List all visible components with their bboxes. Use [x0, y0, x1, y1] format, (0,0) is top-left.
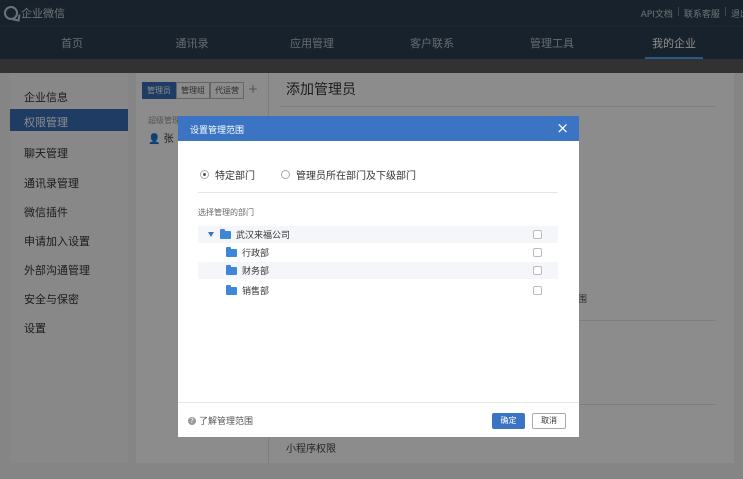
close-icon[interactable]: ×: [556, 119, 569, 137]
radio-admin-departments[interactable]: [281, 170, 290, 179]
folder-icon: [226, 264, 237, 275]
tree-item-label: 销售部: [242, 287, 270, 297]
scope-options: 特定部门 管理员所在部门及下级部门: [200, 167, 442, 182]
checkbox[interactable]: [533, 266, 542, 275]
scope-dialog: 设置管理范围 × 特定部门 管理员所在部门及下级部门 选择管理的部门 武汉来福公…: [178, 116, 579, 437]
tree-item-label: 武汉来福公司: [236, 231, 291, 241]
checkbox[interactable]: [533, 286, 542, 295]
folder-icon: [226, 246, 237, 257]
help-text: 了解管理范围: [199, 417, 254, 427]
dialog-divider: [198, 192, 558, 193]
folder-icon: [226, 284, 237, 295]
tree-item-company[interactable]: 武汉来福公司: [198, 226, 558, 243]
radio-label-specific[interactable]: 特定部门: [215, 167, 255, 182]
dialog-footer-divider: [178, 402, 579, 403]
tree-item-label: 行政部: [242, 249, 270, 259]
checkbox[interactable]: [533, 248, 542, 257]
tree-item-admin-dept[interactable]: 行政部: [198, 244, 558, 261]
dialog-header: 设置管理范围 ×: [178, 116, 579, 141]
cancel-button[interactable]: 取消: [532, 413, 566, 429]
help-link[interactable]: ? 了解管理范围: [188, 414, 253, 427]
radio-label-admin-departments[interactable]: 管理员所在部门及下级部门: [296, 167, 416, 182]
checkbox[interactable]: [533, 230, 542, 239]
caret-down-icon[interactable]: [208, 232, 214, 237]
tree-item-label: 财务部: [242, 267, 270, 277]
select-departments-label: 选择管理的部门: [198, 208, 254, 217]
tree-item-finance-dept[interactable]: 财务部: [198, 262, 558, 279]
radio-specific-departments[interactable]: [200, 170, 209, 179]
confirm-button[interactable]: 确定: [492, 413, 525, 429]
question-icon: ?: [188, 416, 196, 425]
folder-icon: [220, 228, 231, 239]
tree-item-sales-dept[interactable]: 销售部: [198, 282, 558, 299]
dialog-title: 设置管理范围: [190, 126, 245, 136]
